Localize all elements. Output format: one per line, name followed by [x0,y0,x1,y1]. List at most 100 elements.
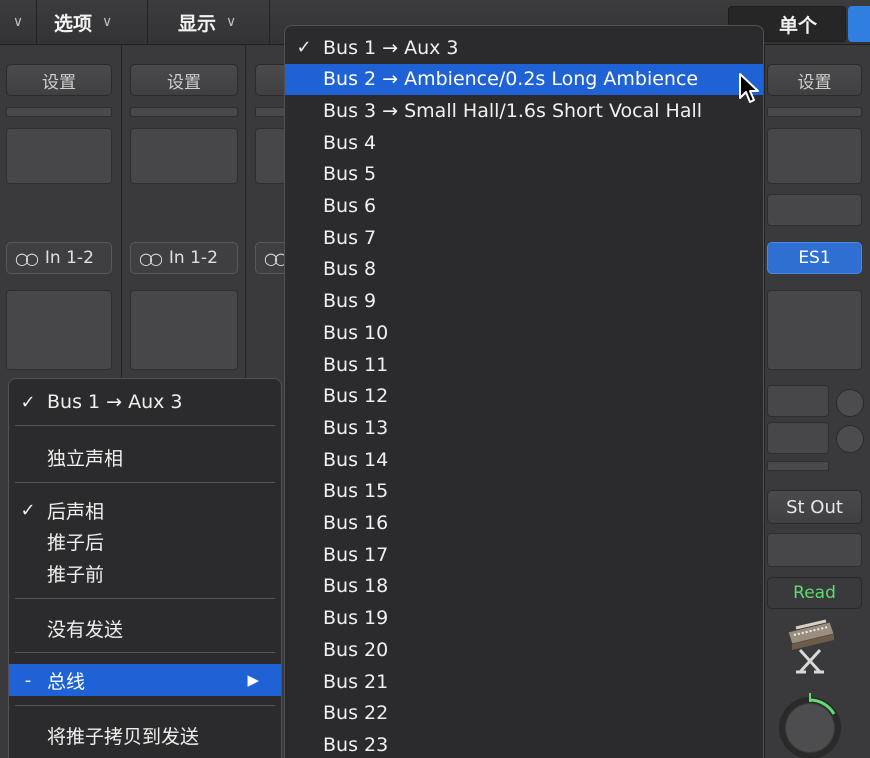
bus-menu-item[interactable]: Bus 16 [285,508,763,539]
eq-display[interactable] [6,128,112,184]
send-slot[interactable] [767,385,829,417]
bus-menu-item[interactable]: Bus 2 → Ambience/0.2s Long Ambience [285,63,763,95]
view-menu[interactable]: 显示 ∨ [148,0,270,44]
gain-reduction-meter [6,107,112,117]
menu-item-post-pan[interactable]: ✓ 后声相 [9,494,281,526]
menu-separator [15,652,275,653]
eq-display[interactable] [130,128,238,184]
options-menu[interactable]: 选项 ∨ [36,0,148,44]
bus-menu-item[interactable]: Bus 17 [285,539,763,570]
bus-menu-item[interactable]: Bus 23 [285,729,763,758]
send-level-knob[interactable] [836,425,864,453]
checkmark-icon: ✓ [20,499,36,521]
bus-menu-item-label: Bus 5 [323,163,377,186]
bus-menu-item[interactable]: Bus 6 [285,191,763,222]
menu-separator [15,425,275,426]
chevron-down-icon: ∨ [102,14,113,30]
submenu-arrow-icon: ▶ [247,671,259,689]
menu-item-label: 推子前 [47,563,105,586]
settings-button[interactable]: 设置 [767,64,862,96]
input-label: In 1-2 [44,248,94,268]
single-filter-label: 单个 [778,14,817,37]
bus-menu-item[interactable]: Bus 10 [285,317,763,348]
menu-item-post-fader[interactable]: 推子后 [9,525,281,557]
bus-menu-item[interactable]: ✓ Bus 1 → Aux 3 [285,32,763,63]
menu-item-no-send[interactable]: 没有发送 [9,612,281,644]
bus-menu-item[interactable]: Bus 4 [285,127,763,158]
bus-menu-item-label: Bus 8 [323,258,377,281]
bus-menu-item-label: Bus 17 [323,543,389,566]
send-slot-empty[interactable] [767,461,829,471]
checkmark-icon: ✓ [20,391,36,413]
menu-item-label: 推子后 [47,531,105,554]
menu-item-pre-fader[interactable]: 推子前 [9,557,281,589]
bus-menu-item[interactable]: Bus 9 [285,286,763,317]
menu-item-current-bus[interactable]: ✓ Bus 1 → Aux 3 [9,386,281,418]
menu-item-label: 后声相 [47,500,105,523]
send-slot[interactable] [767,422,829,454]
toolbar-left-chevron[interactable]: ∨ [0,0,37,44]
menu-item-independent-pan[interactable]: 独立声相 [9,441,281,473]
send-level-knob[interactable] [836,389,864,417]
bus-menu-item[interactable]: Bus 20 [285,634,763,665]
midi-fx-slot[interactable] [767,194,862,226]
bus-menu-item-label: Bus 20 [323,638,389,661]
bus-menu-item[interactable]: Bus 7 [285,222,763,253]
stereo-link-icon: ○○ [15,248,39,268]
bus-menu-item[interactable]: Bus 15 [285,476,763,507]
automation-mode-button[interactable]: Read [767,577,862,609]
bus-menu-item-label: Bus 18 [323,575,389,598]
menu-item-label: 总线 [47,670,86,693]
input-slot[interactable]: ○○ In 1-2 [130,242,238,274]
audio-fx-slot[interactable] [130,290,238,370]
gain-reduction-meter [130,107,238,117]
send-context-menu: ✓ Bus 1 → Aux 3 独立声相 ✓ 后声相 推子后 推子前 没有发送 … [8,378,282,758]
input-slot[interactable]: ○○ In 1-2 [6,242,112,274]
output-label: St Out [786,496,843,518]
bus-menu-item[interactable]: Bus 14 [285,444,763,475]
automation-mode-label: Read [793,583,836,603]
menu-item-label: Bus 1 → Aux 3 [47,391,183,413]
bus-menu-item-label: Bus 3 → Small Hall/1.6s Short Vocal Hall [323,99,703,122]
bus-menu-item[interactable]: Bus 18 [285,571,763,602]
bus-menu-item[interactable]: Bus 12 [285,381,763,412]
menu-item-label: 独立声相 [47,447,124,470]
bus-menu-item-label: Bus 7 [323,226,377,249]
stereo-link-icon: ○○ [139,248,163,268]
bus-menu-item[interactable]: Bus 22 [285,698,763,729]
bus-dash: - [24,669,32,691]
bus-menu-item[interactable]: Bus 8 [285,254,763,285]
bus-menu-item[interactable]: Bus 11 [285,349,763,380]
bus-menu-item[interactable]: Bus 13 [285,412,763,443]
bus-menu-item-label: Bus 15 [323,480,389,503]
bus-menu-item-label: Bus 1 → Aux 3 [323,36,459,59]
group-slot[interactable] [767,533,862,567]
bus-menu-item-label: Bus 4 [323,131,377,154]
filter-toggle-button[interactable] [848,6,870,42]
bus-menu-item[interactable]: Bus 21 [285,666,763,697]
mouse-pointer-icon [739,73,759,103]
stereo-link-icon: ○○ [264,248,288,268]
bus-menu-item-label: Bus 13 [323,416,389,439]
instrument-slot[interactable]: ES1 [767,242,862,274]
output-slot[interactable]: St Out [767,490,862,524]
bus-menu-item[interactable]: Bus 5 [285,159,763,190]
settings-button[interactable]: 设置 [6,64,112,96]
menu-item-copy-fader-to-send[interactable]: 将推子拷贝到发送 [9,719,281,751]
bus-menu-item-label: Bus 2 → Ambience/0.2s Long Ambience [323,68,699,91]
settings-label: 设置 [42,72,76,93]
audio-fx-slot[interactable] [767,290,862,370]
menu-item-bus[interactable]: - 总线 ▶ [9,664,281,696]
settings-button[interactable]: 设置 [130,64,238,96]
bus-menu-item-label: Bus 19 [323,607,389,630]
bus-menu-item-label: Bus 11 [323,353,389,376]
menu-separator [15,598,275,599]
eq-display[interactable] [767,128,862,184]
bus-menu-item[interactable]: Bus 3 → Small Hall/1.6s Short Vocal Hall [285,95,763,126]
menu-separator [15,482,275,483]
audio-fx-slot[interactable] [6,290,112,370]
bus-menu-item-label: Bus 6 [323,195,377,217]
bus-menu-item-label: Bus 23 [323,733,389,756]
bus-menu-item[interactable]: Bus 19 [285,603,763,634]
pan-knob-icon[interactable] [776,690,844,758]
